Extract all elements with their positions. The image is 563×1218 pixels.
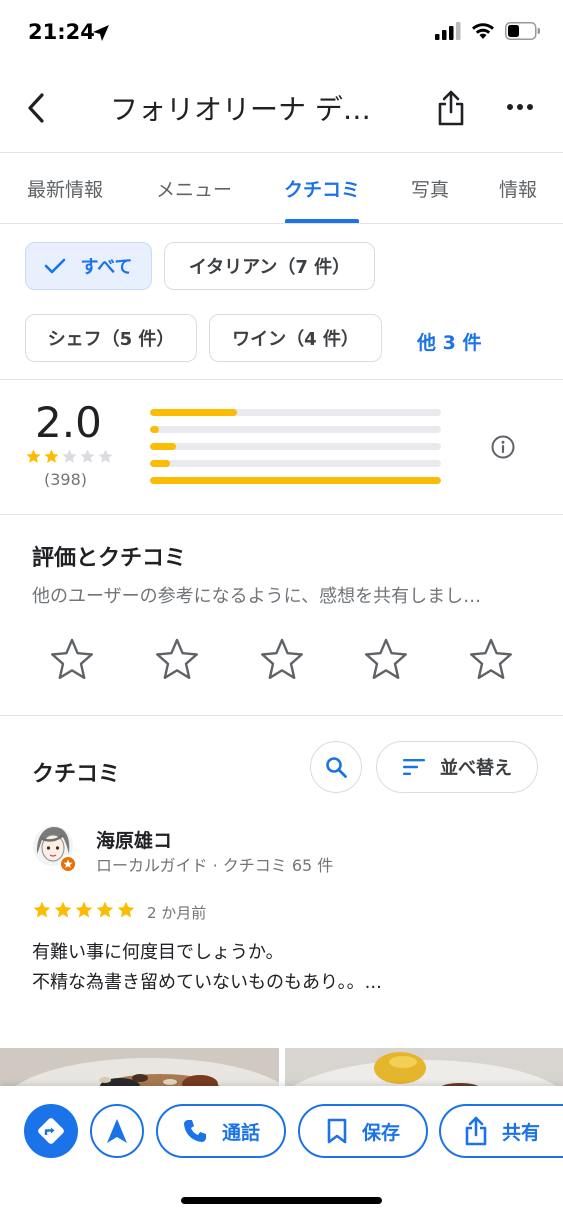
rating-bar-2 (150, 460, 441, 467)
divider (0, 379, 563, 380)
call-button[interactable]: 通話 (156, 1104, 286, 1158)
rating-bar-fill (150, 477, 441, 484)
star-icon (62, 449, 77, 463)
rate-review-title: 評価とクチコミ (32, 546, 187, 571)
star-icon (117, 901, 135, 918)
reviewer-meta: ローカルガイド · クチコミ 65 件 (96, 856, 334, 875)
star-icon (75, 901, 93, 918)
sort-label: 並べ替え (440, 758, 512, 779)
rate-star-3-icon[interactable] (258, 636, 306, 684)
place-tabs: 最新情報 メニュー クチコミ 写真 情報 (0, 152, 563, 224)
reviewer-name[interactable]: 海原雄コ (96, 826, 172, 853)
rating-bar-1 (150, 477, 441, 484)
active-tab-indicator (285, 219, 359, 223)
rating-count: (398) (44, 470, 88, 489)
star-icon (54, 901, 72, 918)
sort-button[interactable]: 並べ替え (376, 741, 538, 793)
tab-about[interactable]: 情報 (499, 175, 537, 202)
more-options-button[interactable] (500, 92, 540, 122)
directions-icon (38, 1118, 64, 1144)
save-label: 保存 (361, 1121, 400, 1144)
chip-chef[interactable]: シェフ（5 件） (25, 314, 197, 362)
rating-bar-4 (150, 426, 441, 433)
rating-bar-3 (150, 443, 441, 450)
star-icon (80, 449, 95, 463)
star-icon (33, 901, 51, 918)
check-icon (44, 258, 66, 274)
average-rating: 2.0 (35, 398, 102, 447)
review-stars (32, 900, 136, 920)
reviews-title: クチコミ (32, 762, 121, 787)
rate-star-5-icon[interactable] (467, 636, 515, 684)
wifi-icon (472, 23, 494, 39)
chip-all-label: すべて (80, 257, 133, 278)
tab-updates[interactable]: 最新情報 (27, 175, 103, 202)
tab-reviews[interactable]: クチコミ (284, 175, 360, 202)
share-label: 共有 (501, 1121, 540, 1144)
review-text[interactable]: 有難い事に何度目でしょうか。 不精な為書き留めていないものもあり。。... (32, 938, 532, 998)
review-text-line: 不精な為書き留めていないものもあり。。... (32, 972, 382, 993)
save-button[interactable]: 保存 (298, 1104, 428, 1158)
review-date: 2 か月前 (147, 904, 207, 922)
battery-icon (505, 22, 540, 40)
place-header: フォリオリーナ デ… (0, 70, 563, 152)
directions-button[interactable] (24, 1104, 78, 1158)
more-horizontal-icon (507, 104, 533, 110)
location-arrow-icon (93, 25, 109, 41)
review-photo[interactable] (0, 1048, 279, 1090)
status-time: 21:24 (28, 20, 95, 44)
search-reviews-button[interactable] (310, 741, 362, 793)
navigation-arrow-icon (107, 1119, 127, 1143)
rate-star-1-icon[interactable] (48, 636, 96, 684)
rating-bar-fill (150, 426, 159, 433)
search-icon (326, 757, 347, 778)
rating-bar-fill (150, 460, 171, 467)
star-icon (98, 449, 113, 463)
call-label: 通話 (221, 1121, 260, 1144)
back-button[interactable] (18, 88, 54, 128)
star-icon (26, 449, 41, 463)
chip-all[interactable]: すべて (25, 242, 152, 290)
rate-star-2-icon[interactable] (153, 636, 201, 684)
review-photo[interactable] (285, 1048, 563, 1090)
divider (0, 514, 563, 515)
star-icon (96, 901, 114, 918)
chevron-left-icon (28, 93, 44, 123)
rate-star-4-icon[interactable] (362, 636, 410, 684)
rating-bar-fill (150, 443, 177, 450)
home-indicator (181, 1197, 382, 1204)
tab-menu[interactable]: メニュー (156, 175, 232, 202)
share-icon (438, 90, 464, 126)
reviewer-avatar[interactable] (32, 824, 78, 874)
status-bar: 21:24 (0, 0, 563, 70)
info-icon[interactable] (490, 434, 516, 460)
chip-wine[interactable]: ワイン（4 件） (209, 314, 382, 362)
signal-icon (435, 22, 461, 40)
tab-photos[interactable]: 写真 (411, 175, 449, 202)
sort-icon (403, 759, 425, 775)
review-text-line: 有難い事に何度目でしょうか。 (32, 942, 284, 963)
share-icon (465, 1116, 487, 1146)
more-topics-link[interactable]: 他 3 件 (417, 328, 481, 355)
rate-review-subtitle: 他のユーザーの参考になるように、感想を共有しまし… (32, 586, 482, 607)
phone-icon (183, 1120, 206, 1142)
average-rating-stars (25, 448, 114, 465)
chip-italian[interactable]: イタリアン（7 件） (164, 242, 375, 290)
star-icon (44, 449, 59, 463)
rating-bar-fill (150, 409, 238, 416)
bookmark-icon (327, 1118, 347, 1144)
share-button[interactable]: 共有 (439, 1104, 563, 1158)
rating-bar-5 (150, 409, 441, 416)
divider (0, 715, 563, 716)
start-navigation-button[interactable] (90, 1104, 144, 1158)
header-share-button[interactable] (432, 86, 470, 130)
place-title: フォリオリーナ デ… (110, 93, 371, 126)
